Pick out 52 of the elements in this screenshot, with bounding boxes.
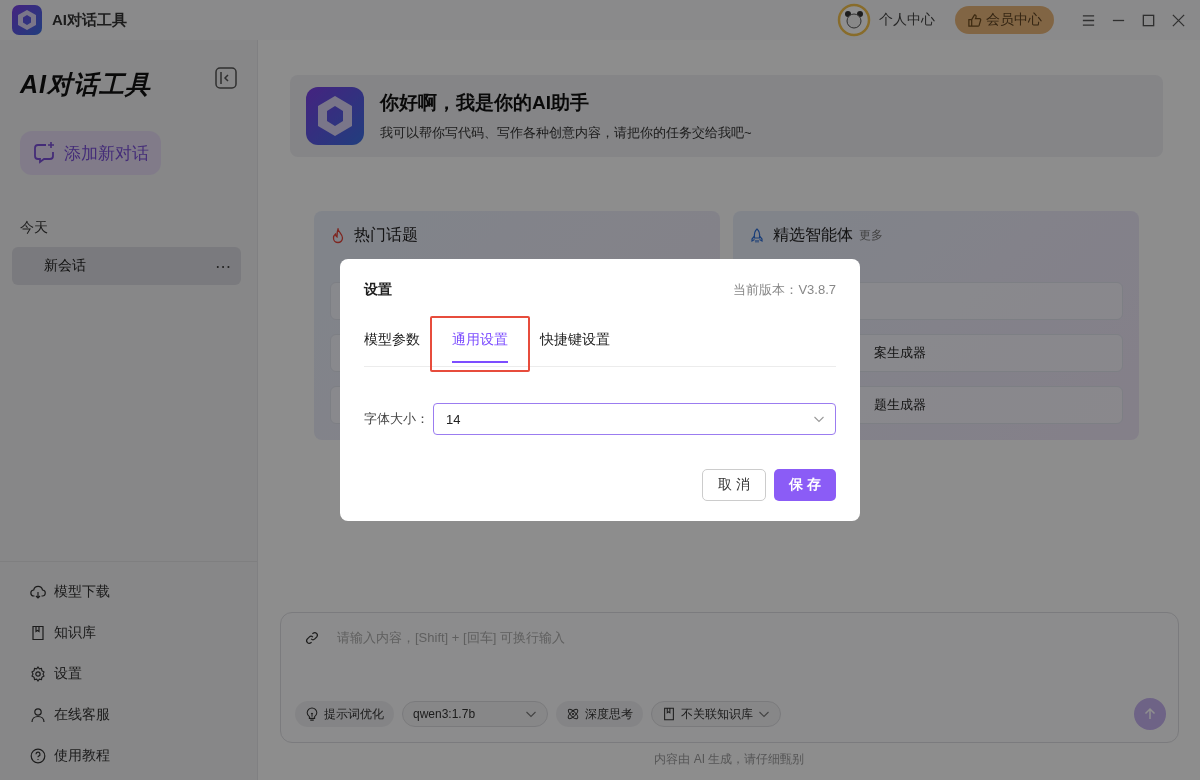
card-title: 精选智能体 [773, 225, 853, 245]
sidebar-item[interactable]: 使用教程 [30, 746, 257, 766]
close-icon[interactable] [1171, 12, 1186, 28]
sidebar-item[interactable]: 知识库 [30, 623, 257, 643]
settings-tab[interactable]: 快捷键设置 [540, 323, 610, 363]
knowledge-base-select[interactable]: 不关联知识库 [651, 701, 781, 727]
settings-icon [30, 666, 46, 682]
settings-tab[interactable]: 通用设置 [452, 323, 508, 363]
assistant-logo-icon [306, 87, 364, 145]
chat-plus-icon [32, 141, 56, 165]
menu-icon[interactable] [1081, 12, 1096, 28]
thumbs-up-icon [967, 12, 982, 28]
version-text: 当前版本：V3.8.7 [733, 281, 836, 299]
avatar-icon[interactable] [837, 3, 871, 37]
new-chat-button[interactable]: 添加新对话 [20, 131, 161, 175]
book-icon [30, 625, 46, 641]
sidebar-logo: AI对话工具 [20, 69, 151, 100]
cloud-download-icon [30, 584, 46, 600]
cancel-button[interactable]: 取 消 [702, 469, 767, 501]
model-select[interactable]: qwen3:1.7b [402, 701, 548, 727]
person-icon [30, 707, 46, 723]
welcome-title: 你好啊，我是你的AI助手 [380, 91, 590, 115]
help-icon [30, 748, 46, 764]
field-label: 字体大小： [364, 410, 429, 428]
link-icon[interactable] [305, 630, 319, 645]
dialog-title: 设置 [364, 281, 392, 299]
sidebar-item[interactable]: 在线客服 [30, 705, 257, 725]
book-icon [662, 707, 676, 721]
vip-button[interactable]: 会员中心 [955, 6, 1054, 34]
prompt-optimize-button[interactable]: 提示词优化 [295, 701, 394, 727]
conversation-item[interactable]: 新会话 ⋯ [12, 247, 241, 285]
app-logo-icon [12, 5, 42, 35]
save-button[interactable]: 保 存 [774, 469, 836, 501]
collapse-icon[interactable] [215, 66, 237, 89]
lightbulb-icon [305, 707, 319, 721]
deep-think-button[interactable]: 深度思考 [556, 701, 643, 727]
welcome-subtitle: 我可以帮你写代码、写作各种创意内容，请把你的任务交给我吧~ [380, 124, 752, 142]
maximize-icon[interactable] [1141, 12, 1156, 28]
user-center-link[interactable]: 个人中心 [879, 11, 935, 29]
group-label: 今天 [20, 219, 49, 237]
flame-icon [330, 227, 346, 244]
more-link[interactable]: 更多 [859, 227, 883, 244]
more-icon[interactable]: ⋯ [215, 256, 231, 276]
card-title: 热门话题 [354, 225, 418, 245]
atom-icon [566, 707, 580, 721]
sidebar-item[interactable]: 设置 [30, 664, 257, 684]
rocket-icon [749, 227, 765, 244]
font-size-select[interactable]: 14 [433, 403, 836, 435]
window-title: AI对话工具 [52, 10, 127, 30]
settings-tab[interactable]: 模型参数 [364, 323, 420, 363]
arrow-up-icon [1142, 706, 1158, 722]
sidebar-item[interactable]: 模型下载 [30, 582, 257, 602]
